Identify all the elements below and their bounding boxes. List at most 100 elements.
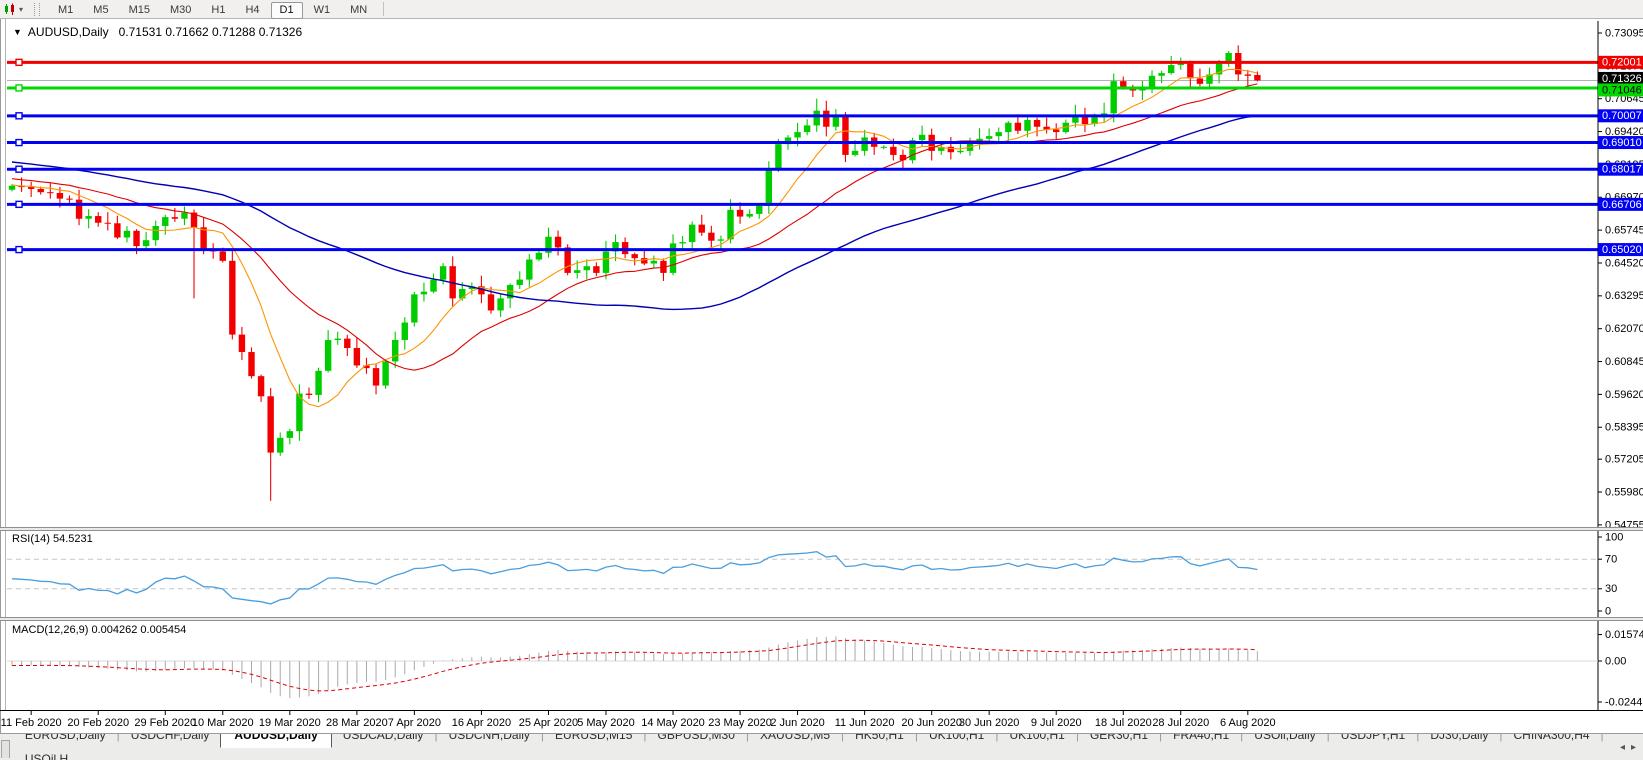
candle-body — [1111, 81, 1117, 113]
line-anchor-handle[interactable] — [16, 59, 22, 65]
candle-body — [890, 147, 896, 155]
tab-audusd-daily[interactable]: AUDUSD,Daily — [220, 733, 331, 748]
tab-usdcad-daily[interactable]: USDCAD,Daily — [332, 733, 435, 747]
candle-body — [957, 151, 963, 152]
price-chart-canvas[interactable]: 0.730950.718700.706450.694200.681950.669… — [0, 19, 1643, 733]
tab-china300-h4[interactable]: CHINA300,H4 — [1503, 733, 1601, 747]
timeframe-W1[interactable]: W1 — [305, 2, 340, 19]
line-anchor-handle[interactable] — [16, 247, 22, 253]
candle-body — [277, 438, 283, 453]
rsi-tick-label: 70 — [1605, 554, 1617, 566]
line-anchor-handle[interactable] — [16, 166, 22, 172]
chevron-down-icon[interactable]: ▾ — [19, 5, 23, 14]
candle-body — [996, 132, 1002, 136]
tab-dj30-daily[interactable]: DJ30,Daily — [1419, 733, 1499, 747]
candle-body — [699, 225, 705, 233]
level-price-label: 0.71046 — [1598, 83, 1643, 96]
candle-body — [842, 116, 848, 155]
timeframe-H1[interactable]: H1 — [202, 2, 234, 19]
candle-body — [133, 231, 139, 246]
triangle-down-icon[interactable]: ▼ — [13, 27, 22, 37]
candle-body — [986, 136, 992, 139]
candle-body — [354, 348, 360, 365]
date-tick-label: 11 Feb 2020 — [1, 717, 62, 729]
tab-eurusd-daily[interactable]: EURUSD,Daily — [14, 733, 117, 747]
tab-usdchf-daily[interactable]: USDCHF,Daily — [120, 733, 221, 747]
chart-tab-bar: EURUSD,Daily|USDCHF,DailyAUDUSD,DailyUSD… — [0, 733, 1643, 760]
candle-body — [459, 289, 465, 298]
tab-eurusd-m15[interactable]: EURUSD,M15 — [544, 733, 643, 747]
rsi-tick-label: 0 — [1605, 605, 1611, 617]
candle-body — [833, 116, 839, 127]
candle-body — [526, 259, 532, 279]
price-tick-label: 0.65745 — [1605, 225, 1643, 237]
candle-body — [402, 323, 408, 340]
candle-body — [1120, 81, 1126, 86]
tab-usdcnh-daily[interactable]: USDCNH,Daily — [438, 733, 541, 747]
candle-body — [804, 125, 810, 132]
tab-usoil-h[interactable]: USOil,H — [14, 748, 79, 760]
tab-uk100-h1[interactable]: UK100,H1 — [918, 733, 995, 747]
candle-body — [28, 187, 34, 189]
timeframe-M5[interactable]: M5 — [84, 2, 117, 19]
candle-body — [1245, 74, 1251, 75]
tab-usdjpy-h1[interactable]: USDJPY,H1 — [1330, 733, 1416, 747]
timeframe-M30[interactable]: M30 — [161, 2, 200, 19]
candle-body — [220, 251, 226, 260]
candle-body — [488, 294, 494, 310]
date-tick-label: 28 Jul 2020 — [1152, 717, 1209, 729]
level-price-label: 0.68017 — [1598, 163, 1643, 176]
tab-scroll-right-icon[interactable]: ▸ — [1628, 742, 1639, 753]
candle-body — [181, 213, 187, 219]
date-tick-label: 20 Jun 2020 — [901, 717, 962, 729]
chart-window[interactable]: 0.730950.718700.706450.694200.681950.669… — [0, 19, 1643, 733]
tab-usoil-daily[interactable]: USOil,Daily — [1243, 733, 1326, 747]
date-tick-label: 18 Jul 2020 — [1095, 717, 1152, 729]
line-anchor-handle[interactable] — [16, 140, 22, 146]
tab-fra40-h1[interactable]: FRA40,H1 — [1162, 733, 1240, 747]
candle-body — [1197, 78, 1203, 83]
tab-gbpusd-m30[interactable]: GBPUSD,M30 — [647, 733, 746, 747]
axis-label: 0.68017 — [1602, 164, 1642, 176]
timeframe-M15[interactable]: M15 — [120, 2, 159, 19]
line-anchor-handle[interactable] — [16, 113, 22, 119]
line-anchor-handle[interactable] — [16, 85, 22, 91]
tab-uk100-h1[interactable]: UK100,H1 — [998, 733, 1075, 747]
current-price-label: 0.71326 — [1598, 72, 1643, 85]
candle-body — [632, 254, 638, 258]
candle-body — [1158, 73, 1164, 76]
candle-body — [382, 361, 388, 385]
axis-label: 0.70007 — [1602, 110, 1642, 122]
candle-body — [172, 217, 178, 219]
tab-scroll-arrows: ◂ ▸ — [1611, 734, 1643, 760]
candle-body — [153, 226, 159, 240]
axis-label: 0.66706 — [1602, 199, 1642, 211]
line-anchor-handle[interactable] — [16, 201, 22, 207]
tab-xauusd-m5[interactable]: XAUUSD,M5 — [749, 733, 841, 747]
timeframe-H4[interactable]: H4 — [236, 2, 268, 19]
macd-tick-label: 0.00 — [1605, 655, 1626, 667]
candle-body — [497, 298, 503, 310]
timeframe-MN[interactable]: MN — [341, 2, 376, 19]
tab-separator: | — [1601, 733, 1604, 742]
candle-body — [95, 216, 101, 223]
tab-hk50-h1[interactable]: HK50,H1 — [844, 733, 915, 747]
candlestick-chart-icon[interactable] — [3, 3, 18, 16]
macd-tick-label: -0.024412 — [1605, 696, 1643, 708]
timeframe-M1[interactable]: M1 — [49, 2, 82, 19]
rsi-tick-label: 30 — [1605, 583, 1617, 595]
candle-body — [229, 261, 235, 335]
candle-body — [373, 368, 379, 385]
date-tick-label: 14 May 2020 — [641, 717, 705, 729]
price-tick-label: 0.57205 — [1605, 454, 1643, 466]
date-tick-label: 7 Apr 2020 — [388, 717, 441, 729]
candle-body — [430, 280, 436, 292]
chart-title-symbol: AUDUSD,Daily — [28, 25, 109, 39]
price-tick-label: 0.73095 — [1605, 27, 1643, 39]
tab-scroll-left-icon[interactable]: ◂ — [1617, 742, 1628, 753]
timeframe-D1[interactable]: D1 — [271, 2, 303, 19]
candle-body — [143, 240, 149, 246]
candle-body — [66, 199, 72, 200]
tab-ger30-h1[interactable]: GER30,H1 — [1079, 733, 1159, 747]
metatrader-terminal: { "toolbar": { "timeframe_buttons": ["M1… — [0, 0, 1643, 760]
